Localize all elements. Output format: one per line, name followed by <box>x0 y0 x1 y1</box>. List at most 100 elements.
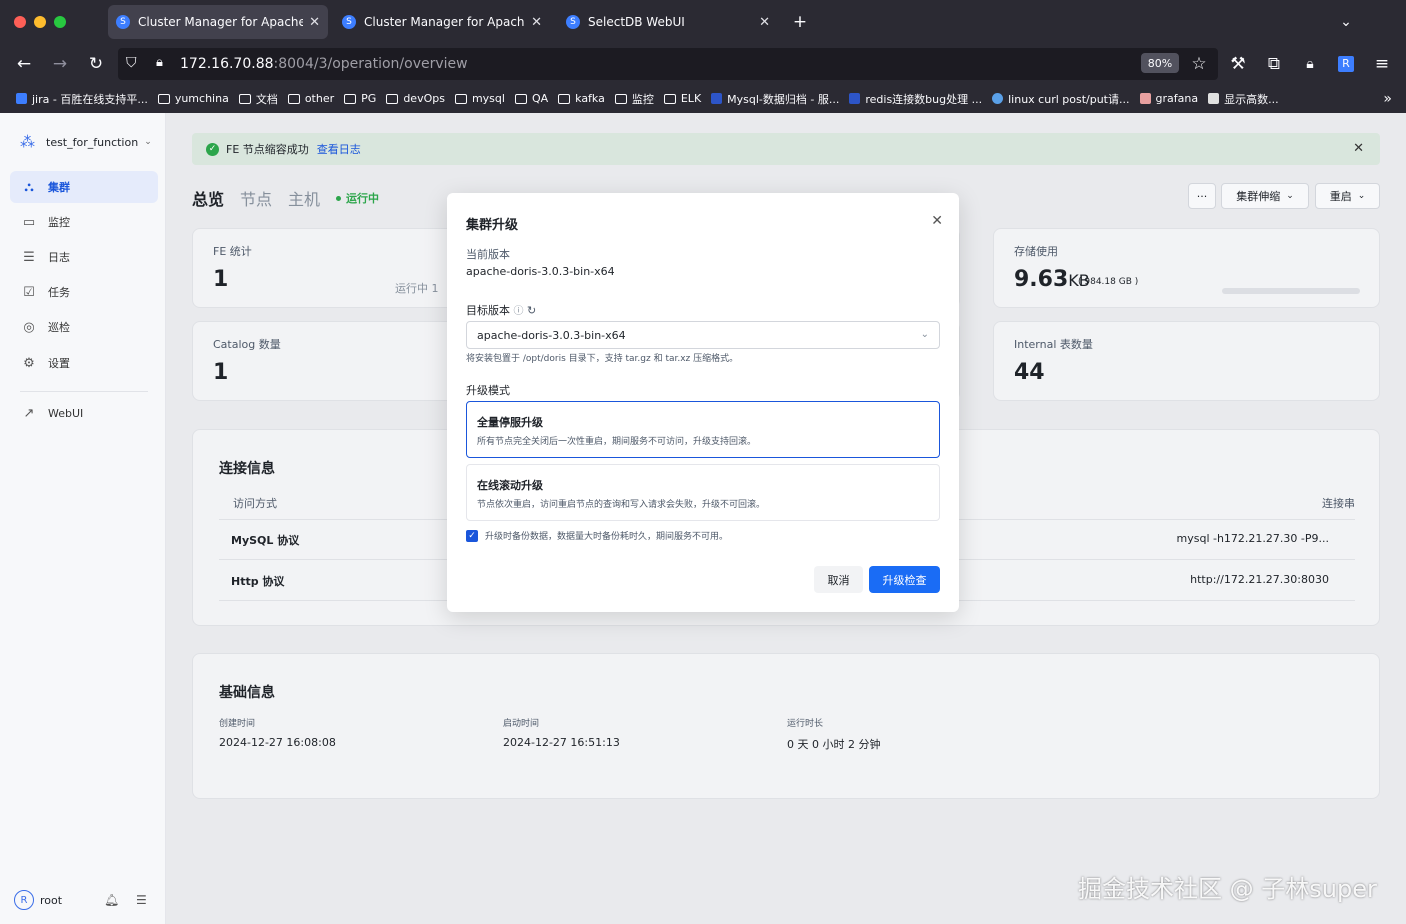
bookmark-folder[interactable]: mysql <box>454 92 505 105</box>
bookmark-folder[interactable]: ELK <box>663 92 701 105</box>
more-button[interactable]: ··· <box>1188 183 1216 209</box>
bookmarks-bar: jira - 百胜在线支持平... yumchina 文档 other PG d… <box>0 84 1406 113</box>
refresh-icon[interactable]: ↻ <box>527 304 536 317</box>
help-circle-icon[interactable]: ⓘ <box>514 306 524 317</box>
bookmark-item[interactable]: redis连接数bug处理 ... <box>849 91 982 107</box>
task-icon: ☑ <box>23 284 35 300</box>
r-extension-icon[interactable]: R <box>1334 52 1358 76</box>
sidebar-divider <box>20 391 148 392</box>
chevron-down-icon: ⌄ <box>1357 191 1366 201</box>
page-tabs: 总览 节点 主机 运行中 <box>192 186 379 210</box>
bookmark-folder[interactable]: devOps <box>386 92 445 105</box>
folder-icon <box>386 93 399 104</box>
tab-nodes[interactable]: 节点 <box>240 186 272 210</box>
menu-hamburger-icon[interactable]: ≡ <box>1370 52 1394 76</box>
shield-icon[interactable]: ⛉ <box>126 55 137 71</box>
tab-overview[interactable]: 总览 <box>192 186 224 210</box>
sidebar-item-task[interactable]: ☑ 任务 <box>10 276 158 308</box>
upgrade-mode-full-stop[interactable]: 全量停服升级 所有节点完全关闭后一次性重启，期间服务不可访问，升级支持回滚。 <box>466 401 940 458</box>
status-dot-icon <box>336 195 342 201</box>
close-tab-icon[interactable]: ✕ <box>309 15 320 30</box>
log-icon: ☰ <box>23 249 35 265</box>
basic-info-section: 基础信息 创建时间 2024-12-27 16:08:08 启动时间 2024-… <box>192 653 1380 799</box>
bookmark-folder[interactable]: 监控 <box>614 91 654 107</box>
inspect-icon: ◎ <box>23 319 35 335</box>
upgrade-dialog: 集群升级 ✕ 当前版本 apache-doris-3.0.3-bin-x64 目… <box>447 193 959 612</box>
bookmark-folder[interactable]: kafka <box>558 92 605 105</box>
sidebar-item-inspect[interactable]: ◎ 巡检 <box>10 311 158 343</box>
bookmark-item[interactable]: grafana <box>1139 92 1198 105</box>
cancel-button[interactable]: 取消 <box>814 566 863 593</box>
cluster-icon: ⛬ <box>24 179 34 195</box>
browser-tab-2[interactable]: S Cluster Manager for Apache Doris ✕ <box>334 5 550 39</box>
sidebar-item-log[interactable]: ☰ 日志 <box>10 241 158 273</box>
bookmark-folder[interactable]: PG <box>344 92 376 105</box>
target-version-select[interactable]: apache-doris-3.0.3-bin-x64 ⌄ <box>466 321 940 349</box>
bookmark-item[interactable]: 显示高数... <box>1208 91 1279 107</box>
gear-icon: ⚙ <box>23 355 35 371</box>
back-arrow-icon[interactable]: ← <box>12 52 36 76</box>
collapse-sidebar-icon[interactable]: ☰ <box>136 893 147 907</box>
sidebar-item-monitor[interactable]: ▭ 监控 <box>10 206 158 238</box>
sidebar-item-cluster[interactable]: ⛬ 集群 <box>10 171 158 203</box>
bookmark-item[interactable]: linux curl post/put请... <box>992 91 1130 107</box>
lock-icon[interactable]: 🔒︎ <box>156 55 163 70</box>
folder-icon <box>287 93 300 104</box>
folder-icon <box>454 93 467 104</box>
bookmark-item[interactable]: jira - 百胜在线支持平... <box>16 91 148 107</box>
reload-icon[interactable]: ↻ <box>84 52 108 76</box>
internal-table-card: Internal 表数量 44 <box>993 321 1380 401</box>
chevron-down-icon: ⌄ <box>1286 191 1294 201</box>
upgrade-check-button[interactable]: 升级检查 <box>869 566 940 593</box>
fe-stat-card: FE 统计 1 运行中 1 <box>192 228 462 308</box>
user-footer: R root 🔔︎ ☰ <box>14 890 154 910</box>
extensions-icon[interactable]: ⧉ <box>1262 52 1286 76</box>
close-icon[interactable]: ✕ <box>1353 141 1364 156</box>
view-log-link[interactable]: 查看日志 <box>317 141 361 157</box>
bookmark-folder[interactable]: other <box>287 92 334 105</box>
folder-icon <box>238 93 251 104</box>
wrench-icon[interactable]: ⚒ <box>1226 52 1250 76</box>
sidebar-item-settings[interactable]: ⚙ 设置 <box>10 347 158 379</box>
backup-checkbox[interactable]: ✓ 升级时备份数据，数据量大时备份耗时久，期间服务不可用。 <box>466 529 728 542</box>
bookmark-item[interactable]: Mysql-数据归档 - 服... <box>711 91 839 107</box>
forward-arrow-icon[interactable]: → <box>48 52 72 76</box>
success-alert: ✓ FE 节点缩容成功 查看日志 ✕ <box>192 133 1380 165</box>
bookmark-folder[interactable]: 文档 <box>238 91 278 107</box>
bell-icon[interactable]: 🔔︎ <box>104 893 119 907</box>
url-text[interactable]: 172.16.70.88:8004/3/operation/overview <box>180 56 468 72</box>
upgrade-mode-rolling[interactable]: 在线滚动升级 节点依次重启，访问重启节点的查询和写入请求会失败，升级不可回滚。 <box>466 464 940 521</box>
monitor-icon: ▭ <box>22 214 36 230</box>
folder-icon <box>344 93 357 104</box>
catalog-card: Catalog 数量 1 <box>192 321 462 401</box>
maximize-window-button[interactable] <box>54 16 66 28</box>
restart-button[interactable]: 重启 ⌄ <box>1315 183 1380 209</box>
close-icon[interactable]: ✕ <box>931 213 943 229</box>
address-bar[interactable]: ⛉ 🔒︎ 172.16.70.88:8004/3/operation/overv… <box>118 48 1218 80</box>
globe-favicon-icon <box>992 93 1004 104</box>
browser-tab-1[interactable]: S Cluster Manager for Apache Doris ✕ <box>108 5 328 39</box>
close-window-button[interactable] <box>14 16 26 28</box>
tab-list-chevron-icon[interactable]: ⌄ <box>1334 10 1358 34</box>
padlock-extension-icon[interactable]: 🔒︎ <box>1298 52 1322 76</box>
zoom-indicator[interactable]: 80% <box>1141 53 1179 73</box>
scale-cluster-button[interactable]: 集群伸缩 ⌄ <box>1221 183 1309 209</box>
target-version-label: 目标版本 ⓘ ↻ <box>466 304 537 317</box>
close-tab-icon[interactable]: ✕ <box>759 15 770 30</box>
nav-bar: ← → ↻ ⛉ 🔒︎ 172.16.70.88:8004/3/operation… <box>0 44 1406 84</box>
sidebar-item-webui[interactable]: ↗ WebUI <box>10 397 158 429</box>
new-tab-button[interactable]: + <box>788 10 812 34</box>
bookmark-folder[interactable]: yumchina <box>157 92 229 105</box>
browser-tab-3[interactable]: S SelectDB WebUI ✕ <box>558 5 778 39</box>
folder-icon <box>558 93 571 104</box>
star-bookmark-icon[interactable]: ☆ <box>1187 52 1211 76</box>
minimize-window-button[interactable] <box>34 16 46 28</box>
username: root <box>40 893 63 907</box>
tab-hosts[interactable]: 主机 <box>288 186 320 210</box>
more-bookmarks-chevron-icon[interactable]: » <box>1383 91 1392 107</box>
bookmark-folder[interactable]: QA <box>514 92 548 105</box>
avatar[interactable]: R <box>14 890 34 910</box>
close-tab-icon[interactable]: ✕ <box>531 15 542 30</box>
storage-progress-bar <box>1222 288 1360 294</box>
cluster-selector[interactable]: ⁂ test_for_function ⌄ <box>20 133 152 151</box>
